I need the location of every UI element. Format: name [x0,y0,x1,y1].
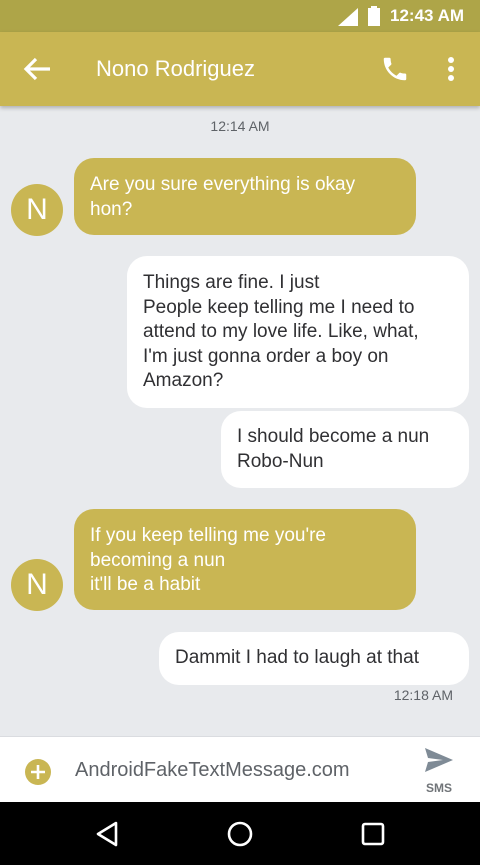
nav-recents-icon[interactable] [360,820,386,848]
contact-avatar[interactable]: N [11,559,63,611]
message-bubble-incoming[interactable]: Are you sure everything is okay hon? [74,158,416,235]
timestamp: 12:18 AM [393,687,453,703]
more-vert-icon[interactable] [439,54,463,84]
contact-name[interactable]: Nono Rodriguez [96,32,255,106]
timestamp: 12:14 AM [210,118,270,134]
message-thread[interactable]: 12:14 AM N Are you sure everything is ok… [0,106,480,736]
send-label[interactable]: SMS [414,781,464,795]
message-bubble-outgoing[interactable]: Things are fine. I just People keep tell… [127,256,469,408]
navigation-bar [0,802,480,865]
message-input[interactable]: AndroidFakeTextMessage.com [75,737,350,803]
message-bubble-outgoing[interactable]: Dammit I had to laugh at that [159,632,469,685]
status-bar: 12:43 AM [0,0,480,32]
phone-icon[interactable] [380,54,410,84]
nav-home-icon[interactable] [226,820,254,848]
message-bubble-outgoing[interactable]: I should become a nun Robo-Nun [221,411,469,488]
message-bubble-incoming[interactable]: If you keep telling me you're becoming a… [74,509,416,610]
contact-avatar[interactable]: N [11,184,63,236]
signal-icon [338,8,358,26]
app-bar: Nono Rodriguez [0,32,480,106]
add-circle-icon[interactable] [24,758,52,786]
status-time: 12:43 AM [390,6,465,25]
send-icon[interactable] [423,746,455,774]
battery-icon [368,6,380,26]
nav-back-icon[interactable] [94,820,120,848]
message-composer: AndroidFakeTextMessage.com SMS [0,736,480,802]
arrow-left-icon[interactable] [22,55,52,83]
